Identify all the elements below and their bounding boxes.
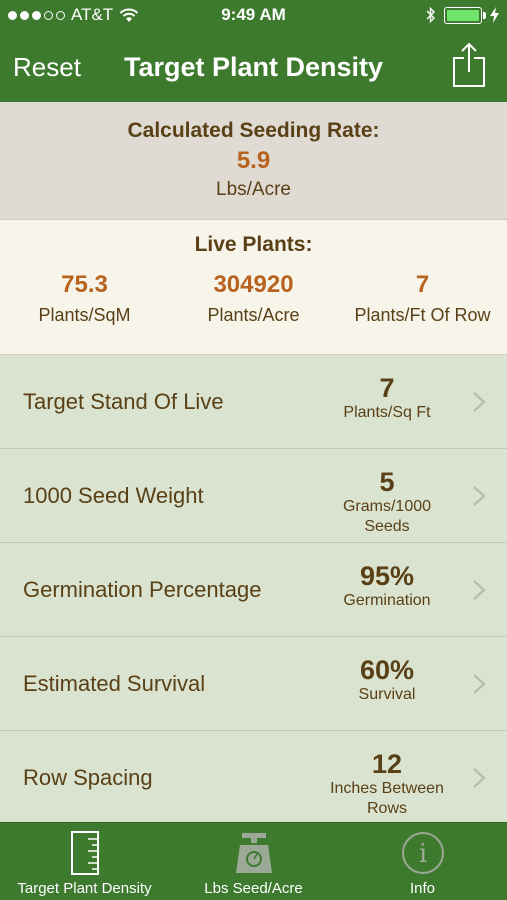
row-value: 12: [371, 749, 403, 779]
tab-lbs-seed-acre[interactable]: Lbs Seed/Acre: [169, 823, 338, 900]
chevron-right-icon: [473, 580, 486, 600]
page-title: Target Plant Density: [123, 52, 384, 82]
seeding-rate-panel: Calculated Seeding Rate: 5.9 Lbs/Acre: [0, 102, 507, 220]
row-value: 7: [379, 373, 395, 403]
tab-label: Lbs Seed/Acre: [204, 880, 303, 897]
live-value: 304920: [213, 271, 294, 298]
seeding-rate-unit: Lbs/Acre: [216, 179, 291, 200]
row-value-box: 12 Inches Between Rows: [312, 749, 462, 819]
tab-label: Info: [409, 880, 436, 897]
row-value: 95%: [359, 561, 415, 591]
row-value: 5: [379, 467, 395, 497]
row-value-box: 95% Germination: [312, 561, 462, 611]
row-label: Target Stand Of Live: [23, 389, 224, 414]
battery-fill: [447, 9, 479, 21]
row-value-box: 60% Survival: [312, 655, 462, 705]
charging-bolt-icon: [490, 7, 499, 23]
row-label: Row Spacing: [23, 765, 153, 790]
bluetooth-icon: [426, 6, 435, 24]
seeding-rate-value: 5.9: [236, 147, 271, 174]
row-seed-weight[interactable]: 1000 Seed Weight 5 Grams/1000 Seeds: [0, 449, 507, 543]
live-unit: Plants/Ft Of Row: [354, 305, 491, 325]
chevron-right-icon: [473, 392, 486, 412]
navigation-bar: Reset Target Plant Density: [0, 32, 507, 102]
scale-icon: [235, 833, 272, 873]
row-spacing[interactable]: Row Spacing 12 Inches Between Rows: [0, 731, 507, 822]
tab-info[interactable]: i Info: [338, 823, 507, 900]
tab-label: Target Plant Density: [17, 880, 152, 897]
chevron-right-icon: [473, 768, 486, 788]
row-unit: Rows: [366, 800, 407, 817]
seeding-rate-label: Calculated Seeding Rate:: [127, 119, 380, 142]
battery-icon: [444, 6, 486, 24]
row-value-box: 7 Plants/Sq Ft: [312, 373, 462, 423]
row-unit: Grams/1000: [342, 498, 432, 515]
row-label: Estimated Survival: [23, 671, 206, 696]
live-unit: Plants/Acre: [207, 305, 300, 325]
live-value: 7: [415, 271, 430, 298]
row-target-stand[interactable]: Target Stand Of Live 7 Plants/Sq Ft: [0, 355, 507, 449]
tab-bar: Target Plant Density Lbs Seed/Acre i Inf…: [0, 822, 507, 900]
input-list: Target Stand Of Live 7 Plants/Sq Ft 1000…: [0, 355, 507, 822]
ruler-icon: [70, 831, 99, 875]
live-unit: Plants/SqM: [38, 305, 131, 325]
tab-target-plant-density[interactable]: Target Plant Density: [0, 823, 169, 900]
live-plants-per-ft-row: 7 Plants/Ft Of Row: [338, 271, 507, 326]
share-icon[interactable]: [451, 42, 487, 88]
chevron-right-icon: [473, 486, 486, 506]
live-plants-per-sqm: 75.3 Plants/SqM: [0, 271, 169, 326]
row-unit: Inches Between: [330, 780, 444, 797]
live-plants-per-acre: 304920 Plants/Acre: [169, 271, 338, 326]
svg-text:i: i: [418, 839, 426, 869]
row-value-box: 5 Grams/1000 Seeds: [312, 467, 462, 537]
row-germination[interactable]: Germination Percentage 95% Germination: [0, 543, 507, 637]
chevron-right-icon: [473, 674, 486, 694]
live-plants-panel: Live Plants: 75.3 Plants/SqM 304920 Plan…: [0, 220, 507, 355]
row-value: 60%: [359, 655, 415, 685]
row-unit: Seeds: [364, 518, 410, 535]
row-unit: Germination: [343, 592, 431, 609]
status-bar: AT&T 9:49 AM: [0, 0, 507, 32]
row-label: 1000 Seed Weight: [23, 483, 204, 508]
info-icon: i: [401, 832, 444, 874]
row-survival[interactable]: Estimated Survival 60% Survival: [0, 637, 507, 731]
row-unit: Plants/Sq Ft: [343, 404, 431, 421]
live-value: 75.3: [61, 271, 108, 298]
row-label: Germination Percentage: [23, 577, 262, 602]
live-plants-label: Live Plants:: [194, 233, 313, 256]
status-right: [426, 6, 499, 24]
row-unit: Survival: [358, 686, 416, 703]
